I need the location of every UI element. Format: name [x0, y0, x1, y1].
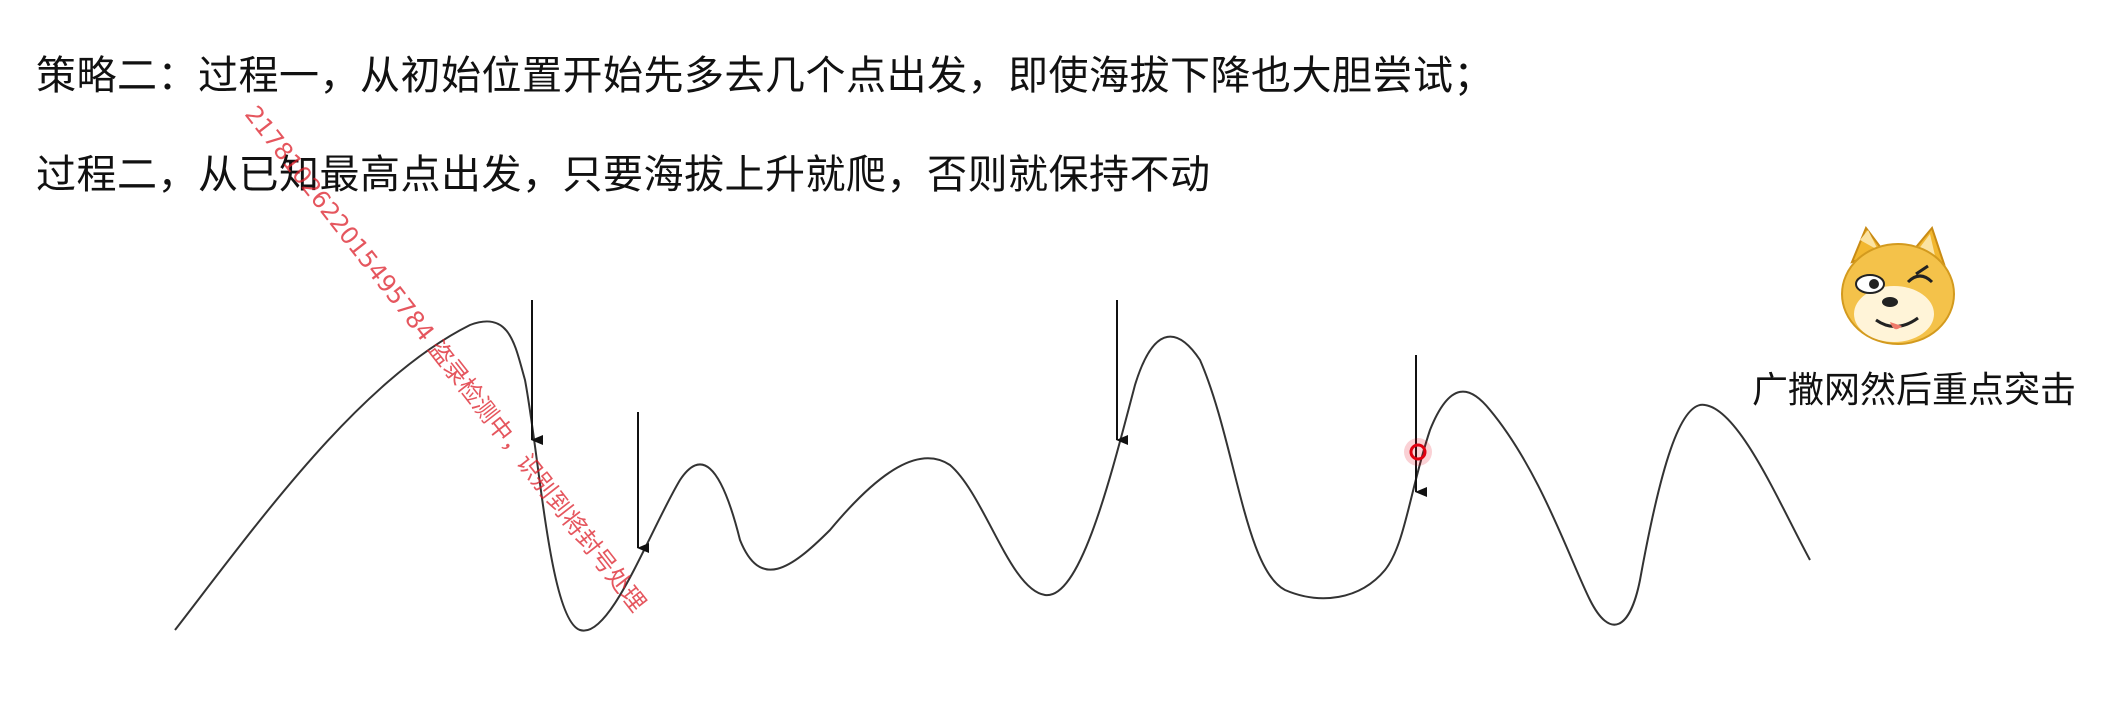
caption-text: 广撒网然后重点突击: [1752, 370, 2077, 411]
mountain-curve-diagram: [174, 300, 1811, 632]
red-cursor-dot: [1404, 438, 1432, 466]
doge-face-sticker: [1832, 222, 1962, 352]
terrain-curve: [174, 320, 1811, 632]
